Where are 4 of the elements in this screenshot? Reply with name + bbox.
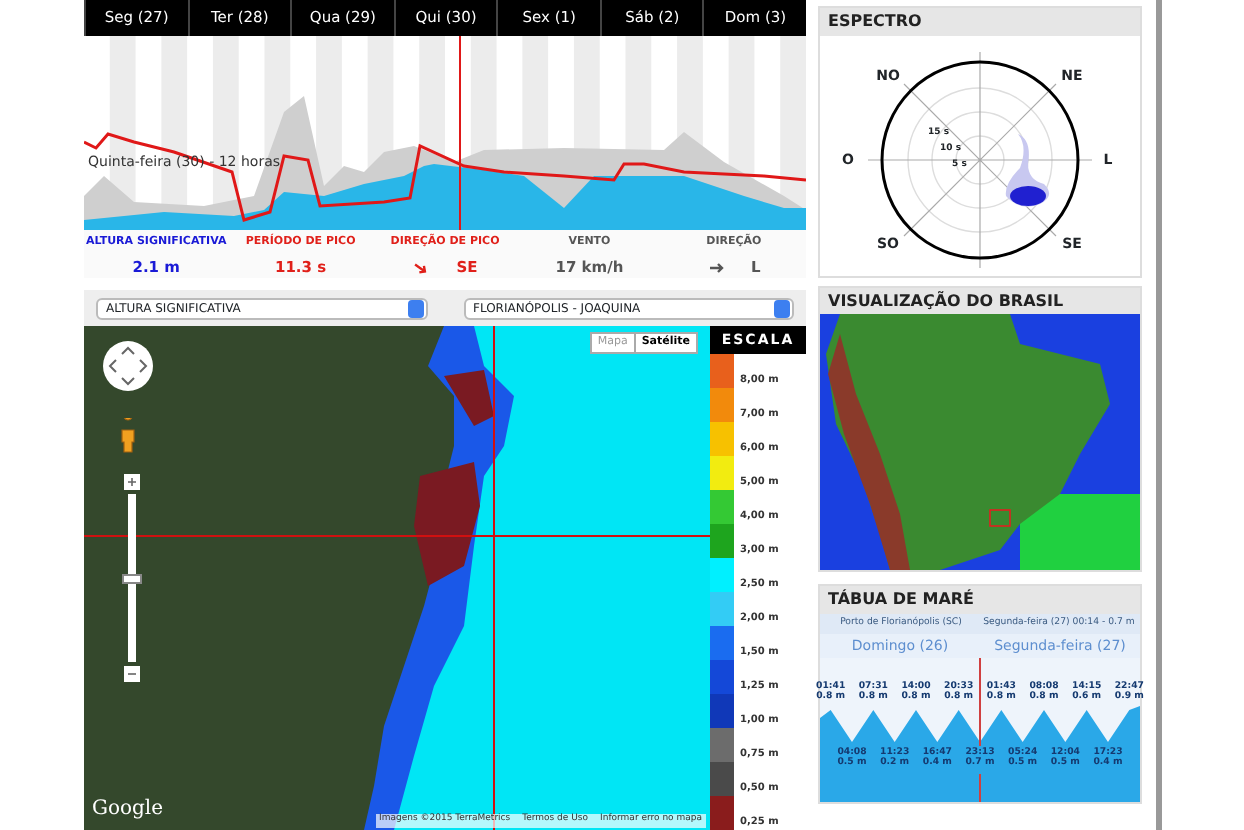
panel-title: TÁBUA DE MARÉ bbox=[820, 586, 1140, 614]
panel-title: ESPECTRO bbox=[820, 8, 1140, 36]
map-logo: Google bbox=[92, 796, 164, 824]
panel-title: VISUALIZAÇÃO DO BRASIL bbox=[820, 287, 1140, 315]
